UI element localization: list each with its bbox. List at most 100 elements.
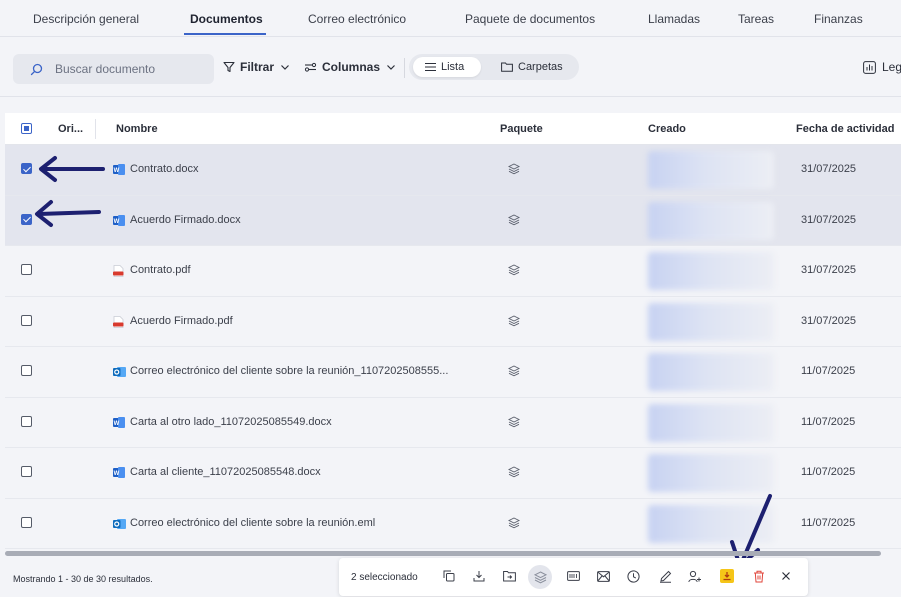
move-to-folder-icon[interactable] — [501, 568, 517, 584]
edit-icon[interactable] — [657, 568, 673, 584]
search-box[interactable] — [13, 54, 214, 84]
select-all-checkbox[interactable] — [21, 123, 32, 134]
created-by-redacted — [648, 201, 774, 240]
created-by-redacted — [648, 302, 774, 341]
header-origin[interactable]: Ori... — [58, 123, 83, 135]
file-name[interactable]: Correo electrónico del cliente sobre la … — [130, 517, 375, 529]
package-icon[interactable] — [528, 565, 552, 589]
header-created[interactable]: Creado — [648, 123, 686, 135]
list-icon — [425, 63, 436, 71]
active-tab-indicator — [184, 33, 266, 35]
columns-label: Columnas — [322, 60, 381, 74]
row-checkbox[interactable] — [21, 415, 32, 427]
pdf-file-icon — [113, 265, 124, 280]
columns-button[interactable]: Columnas — [304, 60, 397, 74]
row-checkbox[interactable] — [21, 516, 32, 528]
header-name[interactable]: Nombre — [116, 123, 158, 135]
download-merged-icon[interactable] — [720, 569, 734, 583]
package-icon[interactable] — [507, 516, 521, 532]
toolbar-divider — [404, 58, 405, 78]
file-name[interactable]: Acuerdo Firmado.pdf — [130, 315, 233, 327]
table-row[interactable]: W Carta al cliente_11072025085548.docx 11/… — [5, 448, 901, 499]
close-icon[interactable] — [778, 568, 794, 584]
created-by-redacted — [648, 454, 774, 492]
toolbar-separator — [0, 96, 901, 97]
package-icon[interactable] — [507, 163, 521, 178]
activity-date: 11/07/2025 — [801, 415, 856, 428]
chart-icon — [863, 60, 876, 74]
package-icon[interactable] — [507, 365, 521, 380]
view-list-button[interactable]: Lista — [413, 57, 481, 77]
word-file-icon: W — [113, 164, 125, 178]
table-header: Ori... Nombre Paquete Creado Fecha de ac… — [5, 113, 901, 145]
download-icon[interactable] — [471, 568, 487, 584]
file-name[interactable]: Correo electrónico del cliente sobre la … — [130, 365, 448, 377]
file-name[interactable]: Carta al cliente_11072025085548.docx — [130, 466, 321, 478]
row-checkbox[interactable] — [21, 264, 32, 275]
row-checkbox[interactable] — [21, 314, 32, 326]
table-row[interactable]: Contrato.pdf 31/07/2025 — [5, 246, 901, 297]
toolbar: Filtrar Columnas Lista — [0, 52, 901, 86]
view-toggle: Lista Carpetas — [409, 54, 579, 80]
activity-date: 11/07/2025 — [801, 466, 856, 478]
created-by-redacted — [648, 252, 774, 290]
tab-llamadas[interactable]: Llamadas — [648, 12, 700, 26]
svg-text:W: W — [114, 168, 120, 174]
search-input[interactable] — [55, 62, 205, 76]
word-file-icon: W — [113, 467, 125, 481]
email-icon[interactable] — [595, 568, 611, 584]
file-name[interactable]: Contrato.docx — [130, 163, 198, 175]
table-row[interactable]: W Acuerdo Firmado.docx 31/07/2025 — [5, 195, 901, 246]
search-icon — [30, 63, 43, 75]
tab-paquete-de-documentos[interactable]: Paquete de documentos — [465, 12, 595, 26]
file-name[interactable]: Carta al otro lado_11072025085549.docx — [130, 416, 332, 428]
documents-table: Ori... Nombre Paquete Creado Fecha de ac… — [5, 113, 901, 549]
package-icon[interactable] — [507, 213, 521, 229]
column-divider — [95, 119, 96, 139]
table-row[interactable]: Correo electrónico del cliente sobre la … — [5, 347, 901, 398]
table-body: W Contrato.docx 31/07/2025 W Acuerdo Firmado… — [5, 145, 901, 549]
history-icon[interactable] — [625, 568, 641, 584]
tab-finanzas[interactable]: Finanzas — [814, 12, 863, 26]
tab-documentos[interactable]: Documentos — [190, 12, 263, 26]
outlook-file-icon — [113, 518, 126, 533]
package-icon[interactable] — [507, 415, 521, 431]
package-icon[interactable] — [507, 466, 521, 481]
table-row[interactable]: W Contrato.docx 31/07/2025 — [5, 145, 901, 196]
copy-icon[interactable] — [441, 568, 457, 584]
bulk-action-bar: 2 seleccionado — [339, 558, 808, 596]
package-icon[interactable] — [507, 264, 521, 279]
row-checkbox[interactable] — [21, 365, 32, 376]
tab-tareas[interactable]: Tareas — [738, 12, 774, 26]
header-activity-date[interactable]: Fecha de actividad — [796, 123, 894, 135]
word-file-icon: W — [113, 416, 125, 431]
row-checkbox[interactable] — [21, 163, 32, 174]
tab-correo-electronico[interactable]: Correo electrónico — [308, 12, 406, 26]
row-checkbox[interactable] — [21, 213, 32, 225]
activity-date: 31/07/2025 — [801, 264, 857, 276]
tab-descripcion-general[interactable]: Descripción general — [33, 12, 139, 26]
package-icon[interactable] — [507, 314, 521, 330]
legend-label: Leg — [882, 60, 901, 74]
header-package[interactable]: Paquete — [500, 123, 543, 135]
table-row[interactable]: Acuerdo Firmado.pdf 31/07/2025 — [5, 296, 901, 347]
file-name[interactable]: Contrato.pdf — [130, 264, 191, 276]
created-by-redacted — [648, 504, 774, 543]
pdf-file-icon — [113, 315, 124, 331]
filter-label: Filtrar — [240, 60, 275, 74]
created-by-redacted — [648, 151, 774, 189]
delete-icon[interactable] — [751, 568, 767, 584]
assign-user-icon[interactable] — [687, 568, 703, 584]
row-checkbox[interactable] — [21, 466, 32, 477]
activity-date: 31/07/2025 — [801, 163, 857, 175]
table-row[interactable]: Correo electrónico del cliente sobre la … — [5, 498, 901, 549]
file-name[interactable]: Acuerdo Firmado.docx — [130, 214, 241, 226]
horizontal-scrollbar[interactable] — [5, 551, 881, 556]
legend-button[interactable]: Leg — [863, 60, 901, 74]
view-folders-button[interactable]: Carpetas — [489, 57, 575, 77]
filter-button[interactable]: Filtrar — [223, 60, 291, 74]
table-row[interactable]: W Carta al otro lado_11072025085549.docx 1… — [5, 397, 901, 448]
ocr-icon[interactable] — [565, 568, 581, 584]
created-by-redacted — [648, 353, 774, 391]
tab-bar: Descripción general Documentos Correo el… — [0, 0, 901, 37]
